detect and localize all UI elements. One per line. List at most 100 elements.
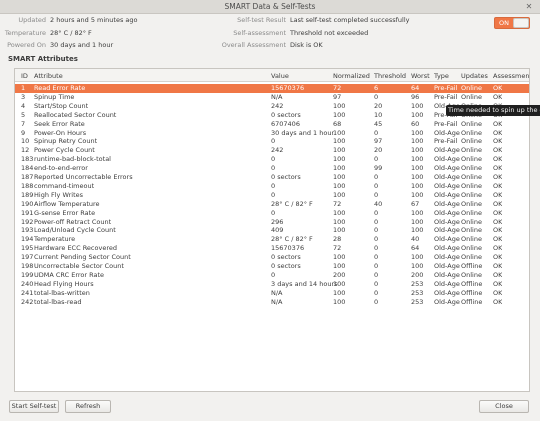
table-row[interactable]: 197 Current Pending Sector Count 0 sectors… bbox=[15, 253, 529, 262]
table-row[interactable]: 9 Power-On Hours 30 days and 1 hour 100 0 100… bbox=[15, 128, 529, 138]
cell-worst: 253 bbox=[411, 297, 424, 306]
table-row[interactable]: 195 Hardware ECC Recovered 15670376 72 0 64 Ol… bbox=[15, 244, 529, 253]
cell-threshold: 0 bbox=[374, 288, 379, 297]
cell-normalized: 100 bbox=[333, 279, 346, 288]
cell-worst: 100 bbox=[411, 262, 424, 270]
cell-id: 192 bbox=[21, 217, 34, 226]
smart-toggle-switch[interactable]: ON bbox=[494, 17, 530, 29]
cell-attribute: Spinup Time bbox=[34, 92, 75, 101]
table-row[interactable]: 187 Reported Uncorrectable Errors 0 sector… bbox=[15, 173, 529, 182]
temperature-value: 28° C / 82° F bbox=[50, 29, 92, 37]
cell-value: 296 bbox=[271, 217, 284, 226]
cell-type: Old-Age bbox=[434, 146, 460, 155]
cell-value: 15670376 bbox=[271, 84, 305, 92]
cell-worst: 100 bbox=[411, 128, 424, 137]
cell-id: 3 bbox=[21, 92, 26, 101]
cell-type: Old-Age bbox=[434, 288, 460, 297]
table-row[interactable]: 12 Power Cycle Count 242 100 20 100 Old-Age Onl… bbox=[15, 146, 529, 155]
cell-worst: 100 bbox=[411, 101, 424, 110]
cell-updates: Online bbox=[461, 173, 482, 181]
cell-value: 409 bbox=[271, 226, 284, 235]
cell-threshold: 0 bbox=[374, 155, 379, 164]
toggle-label: ON bbox=[499, 19, 509, 27]
cell-attribute: Read Error Rate bbox=[34, 84, 86, 92]
cell-id: 184 bbox=[21, 164, 34, 173]
header-col-threshold[interactable]: Threshold bbox=[374, 72, 406, 80]
cell-id: 190 bbox=[21, 199, 34, 208]
header-col-type[interactable]: Type bbox=[434, 72, 449, 80]
table-row[interactable]: 10 Spinup Retry Count 0 100 97 100 Pre-Fail Onl… bbox=[15, 137, 529, 146]
cell-attribute: Spinup Retry Count bbox=[34, 137, 98, 146]
table-row[interactable]: 183 runtime-bad-block-total 0 100 0 100 Old-Ag… bbox=[15, 155, 529, 164]
cell-id: 199 bbox=[21, 270, 34, 279]
cell-worst: 200 bbox=[411, 270, 424, 279]
smart-attributes-table[interactable]: ID Attribute Value Normalized Threshold Worst… bbox=[14, 68, 530, 392]
cell-worst: 100 bbox=[411, 181, 424, 190]
cell-assessment: OK bbox=[493, 235, 503, 244]
cell-value: 0 bbox=[271, 164, 276, 173]
cell-worst: 100 bbox=[411, 208, 424, 217]
cell-normalized: 72 bbox=[333, 199, 342, 208]
table-row[interactable]: 198 Uncorrectable Sector Count 0 sectors 10… bbox=[15, 262, 529, 271]
cell-type: Old-Age bbox=[434, 155, 460, 164]
close-button[interactable]: Close bbox=[479, 400, 529, 413]
header-col-updates[interactable]: Updates bbox=[461, 72, 488, 80]
cell-value: 0 sectors bbox=[271, 110, 301, 119]
table-row[interactable]: 188 command-timeout 0 100 0 100 Old-Age Online O… bbox=[15, 181, 529, 191]
table-row[interactable]: 240 Head Flying Hours 3 days and 14 hours 1… bbox=[15, 279, 529, 289]
table-row[interactable]: 193 Load/Unload Cycle Count 409 100 0 100 Old-… bbox=[15, 226, 529, 235]
cell-worst: 40 bbox=[411, 235, 420, 244]
cell-type: Old-Age bbox=[434, 270, 460, 279]
table-row[interactable]: 7 Seek Error Rate 6707406 68 45 60 Pre-Fail Onl… bbox=[15, 120, 529, 129]
cell-threshold: 6 bbox=[374, 84, 379, 92]
cell-worst: 100 bbox=[411, 164, 424, 173]
overall-label: Overall Assessment bbox=[221, 41, 286, 49]
cell-value: N/A bbox=[271, 92, 283, 101]
cell-assessment: OK bbox=[493, 244, 503, 253]
header-col-normalized[interactable]: Normalized bbox=[333, 72, 370, 80]
cell-attribute: Current Pending Sector Count bbox=[34, 253, 131, 262]
table-row[interactable]: 242 total-lbas-read N/A 100 0 253 Old-Age Offli… bbox=[15, 297, 529, 307]
cell-assessment: OK bbox=[493, 164, 503, 173]
cell-threshold: 0 bbox=[374, 208, 379, 217]
table-row[interactable]: 3 Spinup Time N/A 97 0 96 Pre-Fail Online OK bbox=[15, 92, 529, 102]
close-icon[interactable]: ✕ bbox=[525, 3, 533, 11]
cell-normalized: 97 bbox=[333, 92, 342, 101]
cell-threshold: 0 bbox=[374, 181, 379, 190]
cell-normalized: 100 bbox=[333, 297, 346, 306]
start-self-test-button[interactable]: Start Self-test bbox=[9, 400, 59, 413]
table-row[interactable]: 189 High Fly Writes 0 100 0 100 Old-Age Online O… bbox=[15, 190, 529, 200]
refresh-button[interactable]: Refresh bbox=[65, 400, 111, 413]
header-col-value[interactable]: Value bbox=[271, 72, 289, 80]
cell-attribute: Reported Uncorrectable Errors bbox=[34, 173, 133, 181]
header-col-assessment[interactable]: Assessment bbox=[493, 72, 529, 80]
cell-normalized: 200 bbox=[333, 270, 346, 279]
cell-updates: Online bbox=[461, 164, 482, 173]
cell-id: 12 bbox=[21, 146, 30, 155]
cell-updates: Online bbox=[461, 199, 482, 208]
table-row[interactable]: 192 Power-off Retract Count 296 100 0 100 Old-… bbox=[15, 217, 529, 227]
selfassess-label: Self-assessment bbox=[233, 29, 286, 37]
cell-threshold: 97 bbox=[374, 137, 383, 146]
table-row[interactable]: 190 Airflow Temperature 28° C / 82° F 72 40 6… bbox=[15, 199, 529, 209]
cell-attribute: Reallocated Sector Count bbox=[34, 110, 117, 119]
table-row[interactable]: 199 UDMA CRC Error Rate 0 200 0 200 Old-Age Onl… bbox=[15, 270, 529, 280]
table-row[interactable]: 1 Read Error Rate 15670376 72 6 64 Pre-Fail Onl… bbox=[15, 84, 529, 93]
table-row[interactable]: 241 total-lbas-written N/A 100 0 253 Old-Age Of… bbox=[15, 288, 529, 298]
table-row[interactable]: 194 Temperature 28° C / 82° F 28 0 40 Old-Age O… bbox=[15, 235, 529, 244]
cell-normalized: 100 bbox=[333, 146, 346, 155]
header-col-worst[interactable]: Worst bbox=[411, 72, 430, 80]
cell-assessment: OK bbox=[493, 226, 503, 235]
header-col-id[interactable]: ID bbox=[21, 72, 28, 80]
table-row[interactable]: 191 G-sense Error Rate 0 100 0 100 Old-Age Onli… bbox=[15, 208, 529, 218]
cell-attribute: High Fly Writes bbox=[34, 190, 84, 199]
header-col-attribute[interactable]: Attribute bbox=[34, 72, 63, 80]
cell-id: 241 bbox=[21, 288, 34, 297]
cell-value: 0 bbox=[271, 270, 276, 279]
cell-attribute: Power-off Retract Count bbox=[34, 217, 112, 226]
cell-id: 5 bbox=[21, 110, 26, 119]
cell-threshold: 0 bbox=[374, 270, 379, 279]
cell-threshold: 20 bbox=[374, 146, 383, 155]
table-row[interactable]: 184 end-to-end-error 0 100 99 100 Old-Age Onlin… bbox=[15, 164, 529, 173]
cell-value: 15670376 bbox=[271, 244, 305, 253]
